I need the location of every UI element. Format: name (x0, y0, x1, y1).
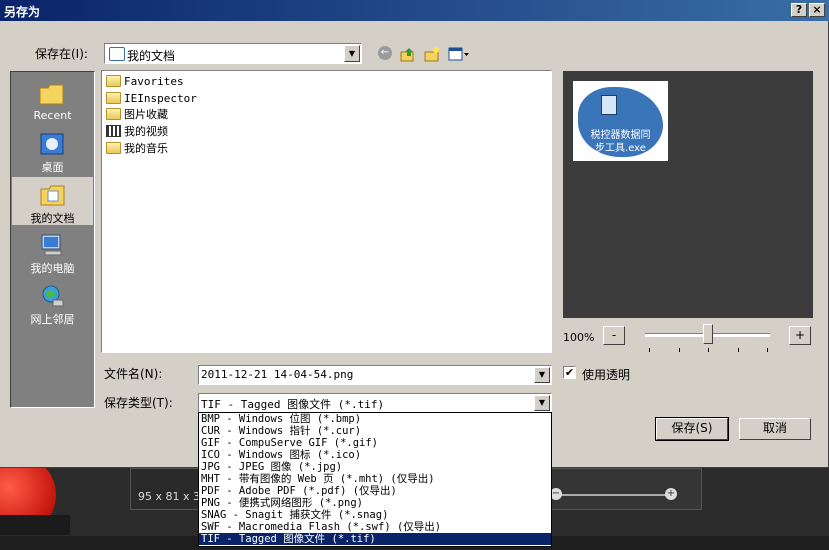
save-as-dialog: 另存为 ? × 保存在(I): 我的文档 ▼ ← Recent 桌面 我的文档 … (0, 0, 829, 468)
place-label: 我的文档 (30, 212, 75, 225)
place-network[interactable]: 网上邻居 (11, 278, 94, 328)
desktop-icon (40, 133, 64, 155)
preview-pane: 税控器数据同 步工具.exe (563, 71, 813, 318)
background-strip (0, 515, 70, 535)
place-label: Recent (33, 109, 72, 122)
music-folder-icon (106, 142, 121, 154)
filetype-dropdown[interactable]: TIF - Tagged 图像文件 (*.tif) ▼ (198, 393, 552, 413)
preview-caption-line1: 税控器数据同 (590, 130, 651, 141)
filetype-option[interactable]: MHT - 带有图像的 Web 页 (*.mht) (仅导出) (199, 473, 551, 485)
network-globe-icon (42, 285, 64, 307)
filetype-option[interactable]: PNG - 便携式网络图形 (*.png) (199, 497, 551, 509)
up-one-level-button[interactable] (400, 46, 416, 62)
title-bar[interactable]: 另存为 ? × (0, 0, 829, 21)
place-label: 桌面 (41, 161, 64, 174)
filetype-option[interactable]: PDF - Adobe PDF (*.pdf) (仅导出) (199, 485, 551, 497)
new-folder-button[interactable] (424, 46, 440, 62)
filetype-option[interactable]: SNAG - Snagit 捕获文件 (*.snag) (199, 509, 551, 521)
zoom-level: 100% (563, 331, 595, 344)
use-transparency-label: 使用透明 (582, 368, 631, 382)
video-folder-icon (106, 125, 121, 137)
file-name: 图片收藏 (124, 108, 168, 121)
file-list[interactable]: Favorites IEInspector 图片收藏 我的视频 我的音乐 (101, 70, 552, 353)
background-thumbnail (130, 468, 202, 510)
file-name: 我的音乐 (124, 142, 168, 155)
app-icon (601, 95, 617, 115)
filetype-option[interactable]: ICO - Windows 图标 (*.ico) (199, 449, 551, 461)
filename-label: 文件名(N): (104, 367, 163, 381)
filename-field[interactable]: 2011-12-21 14-04-54.png ▼ (198, 365, 552, 385)
save-in-value: 我的文档 (127, 49, 176, 63)
slider-tick (767, 348, 768, 352)
recent-folder-icon (39, 84, 64, 105)
slider-tick (738, 348, 739, 352)
background-zoom-in-icon: + (665, 488, 677, 500)
slider-tick (649, 348, 650, 352)
computer-icon (41, 234, 62, 256)
place-label: 网上邻居 (30, 313, 75, 326)
place-recent[interactable]: Recent (11, 76, 94, 126)
folder-up-icon (400, 48, 414, 62)
use-transparency-checkbox[interactable]: ✔ (563, 366, 576, 379)
views-menu-button[interactable] (448, 46, 470, 62)
view-menu-icon (448, 47, 469, 61)
my-documents-folder-icon (40, 185, 65, 206)
filetype-option[interactable]: BMP - Windows 位图 (*.bmp) (199, 413, 551, 425)
filename-value: 2011-12-21 14-04-54.png (201, 368, 354, 381)
folder-icon (106, 92, 121, 104)
preview-caption: 税控器数据同 步工具.exe (573, 129, 668, 155)
places-bar: Recent 桌面 我的文档 我的电脑 网上邻居 (10, 71, 95, 408)
close-button[interactable]: × (809, 3, 825, 17)
back-arrow-icon: ← (378, 46, 392, 60)
dialog-title: 另存为 (4, 5, 41, 19)
my-documents-icon (109, 47, 125, 61)
help-button[interactable]: ? (791, 3, 807, 17)
cancel-button[interactable]: 取消 (739, 418, 811, 440)
background-zoom-panel (540, 468, 702, 510)
chevron-down-icon[interactable]: ▼ (534, 367, 550, 383)
slider-tick (708, 348, 709, 352)
filetype-option[interactable]: GIF - CompuServe GIF (*.gif) (199, 437, 551, 449)
background-size-text: 95 x 81 x 32 (138, 490, 207, 503)
chevron-down-icon[interactable]: ▼ (534, 395, 550, 411)
filetype-option[interactable]: CUR - Windows 指针 (*.cur) (199, 425, 551, 437)
filetype-option[interactable]: JPG - JPEG 图像 (*.jpg) (199, 461, 551, 473)
filetype-value: TIF - Tagged 图像文件 (*.tif) (201, 398, 385, 411)
zoom-in-button[interactable]: + (789, 326, 811, 345)
filetype-option[interactable]: SWF - Macromedia Flash (*.swf) (仅导出) (199, 521, 551, 533)
chevron-down-icon[interactable]: ▼ (344, 45, 360, 62)
preview-thumbnail: 税控器数据同 步工具.exe (573, 81, 668, 161)
place-desktop[interactable]: 桌面 (11, 126, 94, 176)
preview-caption-line2: 步工具.exe (595, 143, 646, 154)
save-in-dropdown[interactable]: 我的文档 ▼ (104, 43, 362, 64)
save-in-label: 保存在(I): (35, 47, 88, 61)
zoom-out-button[interactable]: - (603, 326, 625, 345)
save-button[interactable]: 保存(S) (655, 417, 729, 441)
zoom-slider-thumb[interactable] (702, 324, 713, 344)
background-slider (560, 494, 670, 496)
new-folder-icon (424, 47, 439, 62)
place-my-computer[interactable]: 我的电脑 (11, 227, 94, 277)
slider-tick (679, 348, 680, 352)
folder-icon (106, 75, 121, 87)
pictures-folder-icon (106, 108, 121, 120)
filetype-options-list[interactable]: BMP - Windows 位图 (*.bmp) CUR - Windows 指… (198, 412, 552, 547)
file-name: 我的视频 (124, 125, 168, 138)
filetype-option-selected[interactable]: TIF - Tagged 图像文件 (*.tif) (199, 533, 551, 545)
back-button[interactable]: ← (378, 46, 394, 62)
filetype-label: 保存类型(T): (104, 396, 173, 410)
file-name: IEInspector (124, 92, 197, 105)
place-my-documents[interactable]: 我的文档 (11, 176, 94, 226)
file-name: Favorites (124, 75, 184, 88)
place-label: 我的电脑 (30, 262, 75, 275)
